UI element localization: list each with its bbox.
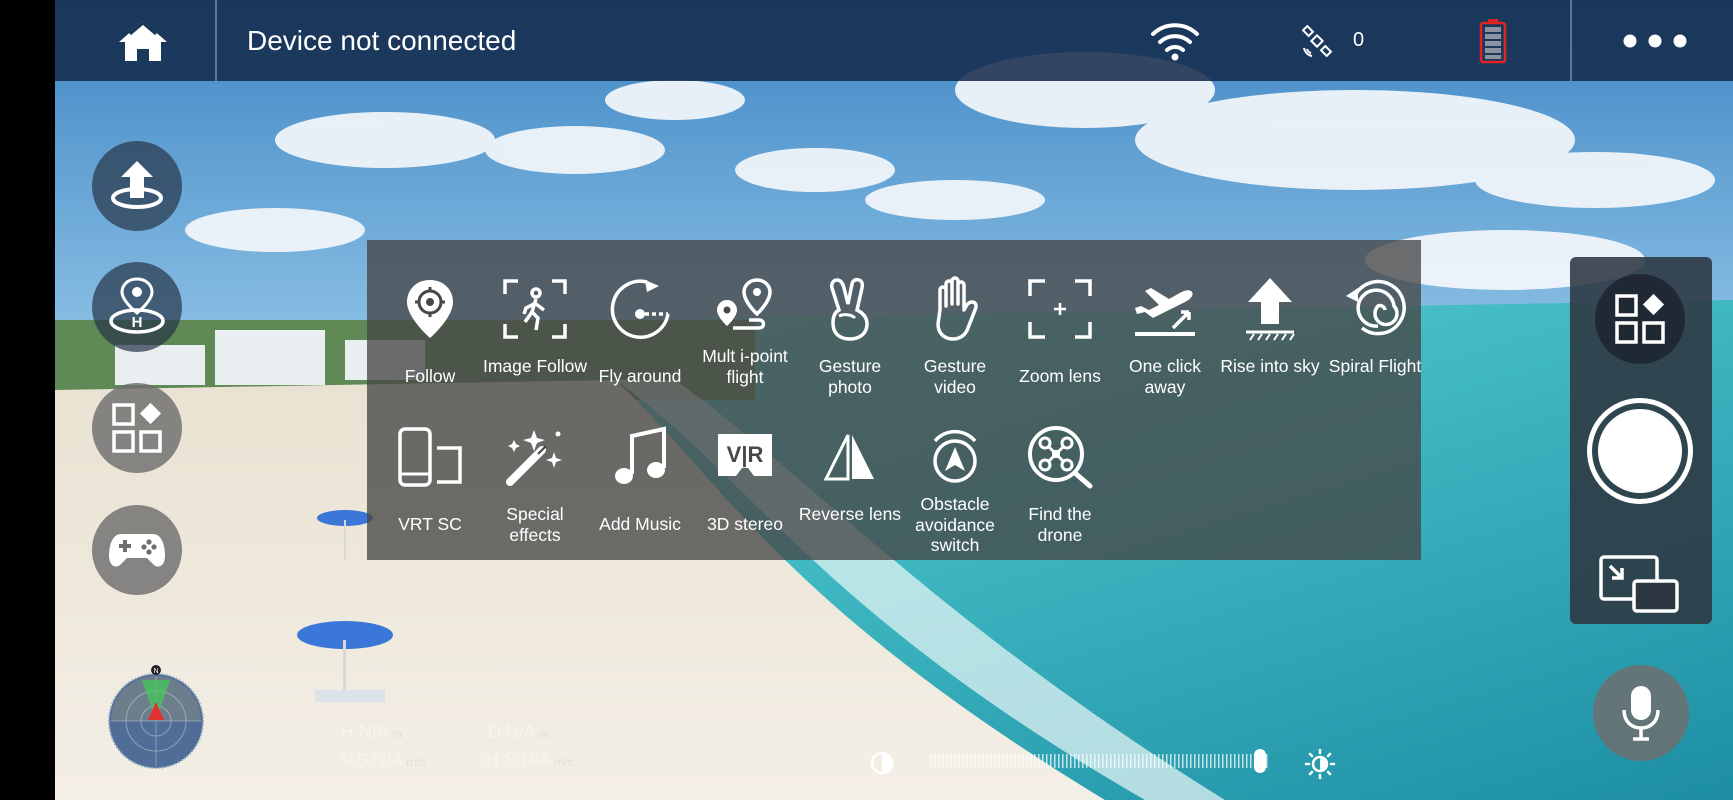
image-follow-icon — [500, 274, 570, 344]
function-label: 3D stereo — [707, 514, 783, 534]
magic-wand-icon — [500, 422, 570, 492]
function-label: Spiral Flight — [1328, 356, 1422, 376]
function-label: Image Follow — [482, 356, 588, 376]
flight-functions-panel: Follow Image Follow Fly around Mult i-po… — [367, 240, 1421, 560]
victory-hand-icon — [815, 274, 885, 344]
microphone-icon — [1622, 686, 1660, 741]
apps-grid-icon — [112, 402, 162, 453]
satellite-count: 0 — [1353, 29, 1365, 51]
home-button[interactable] — [103, 0, 183, 81]
music-note-icon — [605, 422, 675, 492]
takeoff-icon — [111, 161, 163, 209]
battery-indicator — [1473, 0, 1513, 81]
picture-in-picture-button[interactable] — [1596, 552, 1682, 616]
picture-in-picture-icon — [1599, 555, 1679, 613]
function-obstacle-avoidance[interactable]: Obstacle avoidance switch — [902, 398, 1008, 555]
apps-grid-icon — [1615, 293, 1665, 344]
find-drone-icon — [1025, 422, 1095, 492]
function-zoom-lens[interactable]: Zoom lens — [1007, 250, 1113, 400]
wifi-icon — [1151, 22, 1199, 60]
gps-indicator — [1297, 0, 1337, 81]
rise-arrow-icon — [1235, 274, 1305, 344]
function-label: One click away — [1129, 356, 1201, 397]
mode-widgets-button[interactable] — [1595, 274, 1685, 364]
plane-takeoff-icon — [1130, 274, 1200, 344]
return-home-button[interactable]: H — [92, 262, 182, 352]
zoom-frame-icon — [1025, 274, 1095, 344]
function-fly-around[interactable]: Fly around — [587, 250, 693, 400]
function-image-follow[interactable]: Image Follow — [482, 250, 588, 400]
fly-around-icon — [605, 274, 675, 344]
brightness-slider[interactable] — [930, 754, 1270, 768]
left-edge — [0, 0, 55, 800]
function-label: VRT SC — [398, 514, 462, 534]
function-spiral-flight[interactable]: Spiral Flight — [1322, 250, 1428, 400]
horizontal-speed-readout: H.S:N/A m/s — [486, 750, 574, 770]
function-label: Mult i-point flight — [702, 346, 788, 387]
battery-icon — [1479, 18, 1507, 63]
function-label: Follow — [404, 366, 456, 386]
function-label: Reverse lens — [798, 504, 902, 524]
topbar-divider — [215, 0, 217, 81]
function-gesture-video[interactable]: Gesture video — [902, 250, 1008, 400]
camera-control-panel — [1570, 257, 1712, 624]
vr-headset-icon: V|R — [710, 422, 780, 492]
function-label: Gesture photo — [818, 356, 882, 397]
topbar-divider — [1570, 0, 1572, 81]
shutter-button[interactable] — [1587, 398, 1693, 504]
function-label: Special effects — [506, 504, 564, 545]
function-special-effects[interactable]: Special effects — [482, 398, 588, 548]
function-label: Rise into sky — [1220, 356, 1320, 376]
function-follow[interactable]: Follow — [377, 250, 483, 400]
more-button[interactable] — [1615, 0, 1695, 81]
function-label: Gesture video — [923, 356, 987, 397]
vertical-speed-readout: V.S:N/A m/s — [341, 750, 426, 770]
function-label: Find the drone — [1028, 504, 1092, 545]
takeoff-button[interactable] — [92, 141, 182, 231]
follow-icon — [395, 274, 465, 344]
function-gesture-photo[interactable]: Gesture photo — [797, 250, 903, 400]
function-label: Fly around — [598, 366, 682, 386]
connection-status: Device not connected — [247, 25, 517, 56]
function-reverse-lens[interactable]: Reverse lens — [797, 398, 903, 548]
distance-readout: D:N/A m — [488, 722, 550, 742]
function-find-drone[interactable]: Find the drone — [1007, 398, 1113, 548]
brightness-slider-thumb[interactable] — [1253, 749, 1266, 773]
more-dots-icon — [1623, 34, 1687, 47]
wifi-indicator — [1145, 0, 1205, 81]
function-add-music[interactable]: Add Music — [587, 398, 693, 548]
function-vrt-sc[interactable]: VRT SC — [377, 398, 483, 548]
return-home-icon: H — [109, 277, 165, 334]
function-rise-into-sky[interactable]: Rise into sky — [1217, 250, 1323, 400]
function-multi-point[interactable]: Mult i-point flight — [692, 250, 798, 400]
widgets-button[interactable] — [92, 383, 182, 473]
home-icon — [119, 20, 167, 61]
mirror-flip-icon — [815, 422, 885, 492]
satellite-icon — [1301, 24, 1333, 57]
palm-hand-icon — [920, 274, 990, 344]
function-label: Obstacle avoidance switch — [915, 494, 995, 555]
function-3d-stereo[interactable]: V|R 3D stereo — [692, 398, 798, 548]
gamepad-button[interactable] — [92, 505, 182, 595]
attitude-compass: N — [106, 664, 206, 770]
spiral-icon — [1340, 274, 1410, 344]
waypoint-icon — [710, 274, 780, 344]
split-screen-icon — [395, 422, 465, 492]
obstacle-radar-icon — [920, 422, 990, 492]
voice-control-button[interactable] — [1593, 665, 1689, 761]
svg-text:H: H — [132, 314, 143, 331]
height-readout: H:N/A m — [341, 722, 403, 742]
function-label: Add Music — [599, 514, 681, 534]
top-status-bar: Device not connected 0 — [55, 0, 1733, 81]
gamepad-icon — [109, 534, 165, 567]
contrast-low-icon — [868, 749, 896, 777]
shutter-icon — [1598, 409, 1682, 493]
north-label: N — [153, 668, 158, 675]
svg-text:V|R: V|R — [727, 442, 764, 467]
function-label: Zoom lens — [1019, 366, 1101, 386]
function-one-click-away[interactable]: One click away — [1112, 250, 1218, 400]
brightness-high-icon — [1304, 748, 1336, 780]
